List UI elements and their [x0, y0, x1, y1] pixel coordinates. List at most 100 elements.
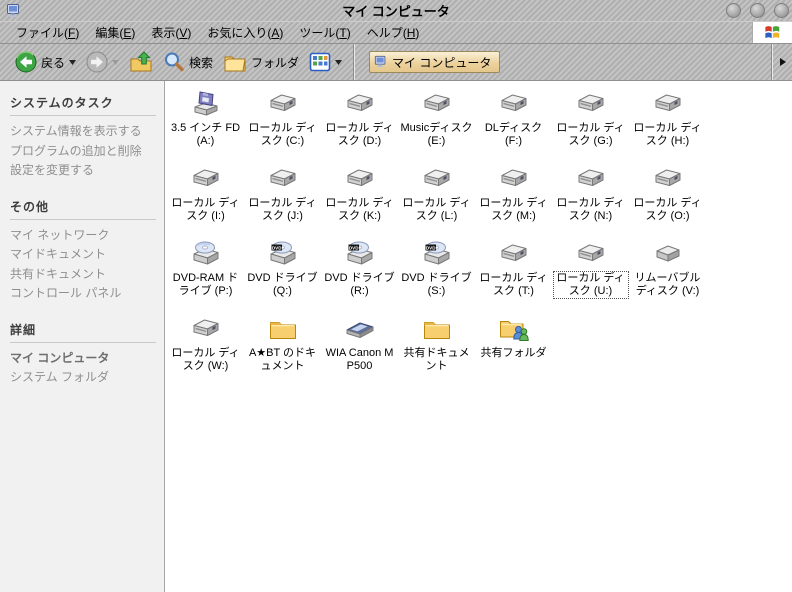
drive-item-label: DVD ドライブ (R:): [324, 272, 395, 297]
hard-disk-icon: [498, 238, 530, 270]
drive-item-label: ローカル ディスク (K:): [325, 197, 394, 222]
drive-item[interactable]: ローカル ディスク (C:): [244, 86, 321, 161]
back-button[interactable]: 戻る: [12, 49, 79, 75]
sidebar-item[interactable]: プログラムの追加と削除: [10, 142, 156, 162]
drive-item-label: ローカル ディスク (U:): [552, 271, 629, 299]
window-controls: [726, 3, 789, 18]
sidebar-section: システムのタスク システム情報を表示する プログラムの追加と削除 設定を変更する: [10, 94, 156, 181]
menu-item[interactable]: ツール(T): [291, 22, 358, 43]
go-arrow-icon: [779, 58, 786, 66]
drive-item[interactable]: ローカル ディスク (N:): [552, 161, 629, 236]
hard-disk-icon: [498, 88, 530, 120]
views-button[interactable]: [306, 49, 345, 75]
search-button-label: 検索: [189, 55, 214, 70]
drive-item[interactable]: リムーバブル ディスク (V:): [629, 236, 706, 311]
hard-disk-icon: [498, 163, 530, 195]
sidebar-item[interactable]: マイドキュメント: [10, 245, 156, 265]
drive-item[interactable]: ローカル ディスク (W:): [167, 311, 244, 386]
svg-text:DVD: DVD: [425, 245, 435, 250]
drive-item-label: WIA Canon MP500: [325, 347, 394, 372]
sidebar-section-title: システムのタスク: [10, 96, 114, 110]
address-value: マイ コンピュータ: [392, 55, 492, 70]
hard-disk-icon: [575, 238, 607, 270]
menu-item[interactable]: お気に入り(A): [199, 22, 291, 43]
sidebar-section: 詳細 マイ コンピュータ システム フォルダ: [10, 321, 156, 388]
menu-item[interactable]: ヘルプ(H): [359, 22, 428, 43]
sidebar-item[interactable]: 設定を変更する: [10, 161, 156, 181]
drive-item[interactable]: ローカル ディスク (I:): [167, 161, 244, 236]
drive-item-label: DVD ドライブ (S:): [401, 272, 472, 297]
hard-disk-icon: [344, 88, 376, 120]
svg-text:DVD: DVD: [348, 245, 358, 250]
forward-button[interactable]: [83, 49, 122, 75]
drive-item[interactable]: Musicディスク (E:): [398, 86, 475, 161]
toolbar: 戻る 検索 フォルダ マイ コンピュータ: [0, 44, 792, 81]
back-arrow-icon: [15, 51, 37, 73]
floppy-drive-icon: [190, 88, 222, 120]
drive-item-label: ローカル ディスク (O:): [633, 197, 702, 222]
address-location-button[interactable]: マイ コンピュータ: [369, 51, 501, 73]
hard-disk-icon: [575, 163, 607, 195]
drive-item[interactable]: DVD DVD ドライブ (R:): [321, 236, 398, 311]
drive-item-label: ローカル ディスク (J:): [248, 197, 317, 222]
drive-item[interactable]: DVD DVD ドライブ (S:): [398, 236, 475, 311]
drive-item[interactable]: ローカル ディスク (J:): [244, 161, 321, 236]
drive-item[interactable]: DLディスク (F:): [475, 86, 552, 161]
drive-item-label: A★BT のドキュメント: [248, 347, 317, 372]
drive-item[interactable]: ローカル ディスク (U:): [552, 236, 629, 311]
title-bar: マイ コンピュータ: [0, 0, 792, 22]
menu-item[interactable]: 表示(V): [143, 22, 199, 43]
drive-item[interactable]: 3.5 インチ FD (A:): [167, 86, 244, 161]
forward-arrow-icon: [86, 51, 108, 73]
sidebar-item[interactable]: 共有ドキュメント: [10, 265, 156, 285]
sidebar-item[interactable]: マイ コンピュータ: [10, 349, 156, 369]
sidebar-item[interactable]: システム フォルダ: [10, 368, 156, 388]
drive-item-label: Musicディスク (E:): [400, 122, 473, 147]
search-button[interactable]: 検索: [160, 49, 216, 75]
folders-button[interactable]: フォルダ: [220, 48, 302, 76]
drive-item-label: ローカル ディスク (D:): [325, 122, 394, 147]
address-bar: マイ コンピュータ: [355, 44, 771, 80]
dvd-drive-icon: DVD: [344, 238, 376, 270]
shared-folder-icon: [498, 313, 530, 345]
up-button[interactable]: [126, 48, 156, 76]
sidebar-item[interactable]: システム情報を表示する: [10, 122, 156, 142]
drive-item[interactable]: ローカル ディスク (O:): [629, 161, 706, 236]
drive-item[interactable]: ローカル ディスク (T:): [475, 236, 552, 311]
drive-item[interactable]: ローカル ディスク (L:): [398, 161, 475, 236]
menu-items: ファイル(F) 編集(E) 表示(V) お気に入り(A) ツール(T) ヘルプ(…: [8, 22, 427, 43]
drive-item[interactable]: DVD DVD ドライブ (Q:): [244, 236, 321, 311]
sidebar-item[interactable]: コントロール パネル: [10, 284, 156, 304]
menu-item[interactable]: ファイル(F): [8, 22, 87, 43]
drive-item[interactable]: ローカル ディスク (M:): [475, 161, 552, 236]
close-button[interactable]: [774, 3, 789, 18]
drive-item[interactable]: 共有ドキュメント: [398, 311, 475, 386]
minimize-button[interactable]: [726, 3, 741, 18]
toolbar-buttons: 戻る 検索 フォルダ: [0, 44, 353, 80]
back-button-label: 戻る: [41, 55, 66, 70]
maximize-button[interactable]: [750, 3, 765, 18]
hard-disk-icon: [652, 88, 684, 120]
dvd-drive-icon: DVD: [421, 238, 453, 270]
views-dropdown-icon: [335, 59, 343, 65]
hard-disk-icon: [652, 163, 684, 195]
drive-item-label: ローカル ディスク (T:): [479, 272, 548, 297]
drive-item-label: ローカル ディスク (G:): [556, 122, 625, 147]
drive-item[interactable]: ローカル ディスク (K:): [321, 161, 398, 236]
folder-up-icon: [130, 51, 152, 72]
drive-item[interactable]: WIA Canon MP500: [321, 311, 398, 386]
drive-item[interactable]: DVD-RAM ドライブ (P:): [167, 236, 244, 311]
drive-item[interactable]: ローカル ディスク (G:): [552, 86, 629, 161]
drive-item[interactable]: 共有フォルダ: [475, 311, 552, 386]
drive-item-label: ローカル ディスク (H:): [633, 122, 702, 147]
toolbar-overflow-button[interactable]: [773, 44, 792, 80]
drive-item[interactable]: ローカル ディスク (H:): [629, 86, 706, 161]
drive-item[interactable]: A★BT のドキュメント: [244, 311, 321, 386]
sidebar-item[interactable]: マイ ネットワーク: [10, 226, 156, 246]
menu-item[interactable]: 編集(E): [87, 22, 143, 43]
sidebar-divider: [10, 115, 156, 116]
drive-item[interactable]: ローカル ディスク (D:): [321, 86, 398, 161]
dvd-ram-drive-icon: [190, 238, 222, 270]
hard-disk-icon: [190, 313, 222, 345]
drive-item-label: ローカル ディスク (M:): [479, 197, 548, 222]
